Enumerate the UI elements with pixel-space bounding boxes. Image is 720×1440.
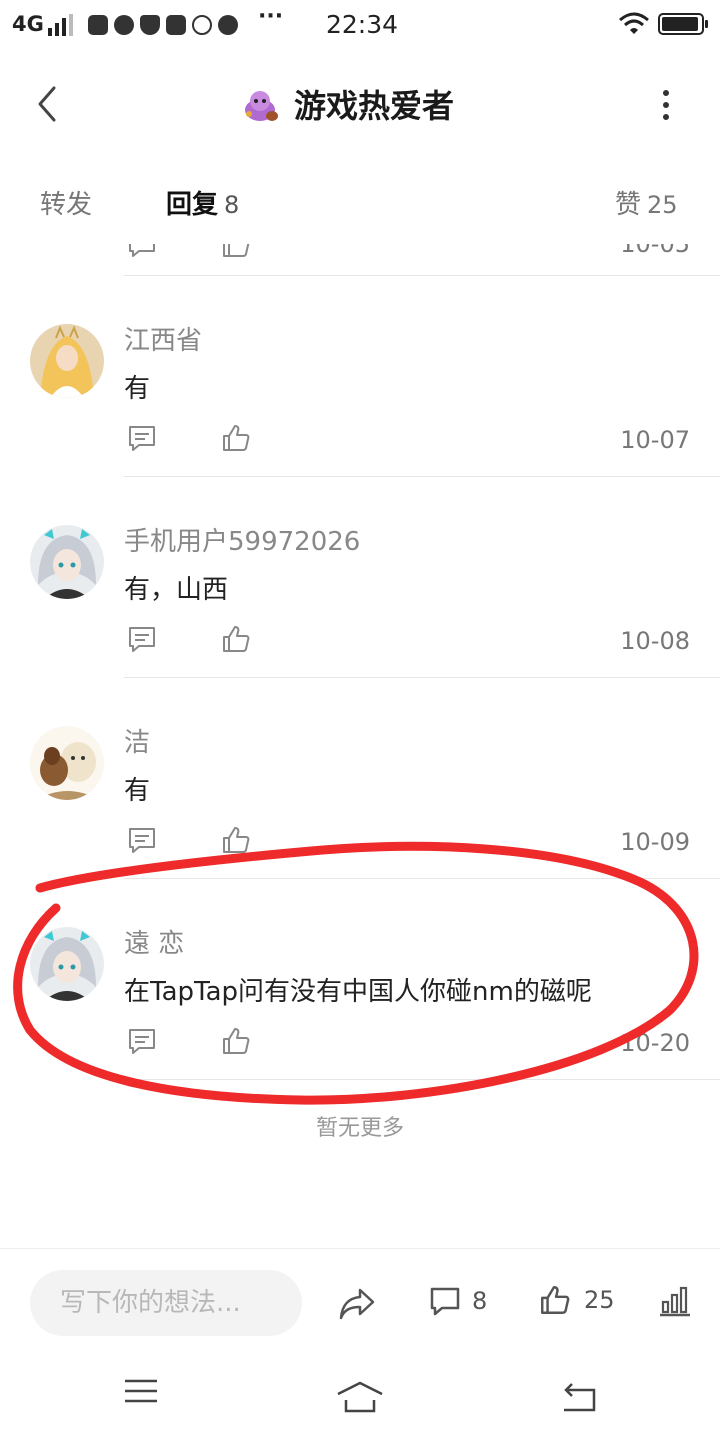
stats-icon[interactable] — [658, 1284, 692, 1318]
comment-text: 有 — [124, 776, 151, 806]
comment-username[interactable]: 洁 — [124, 722, 150, 759]
tab-repost-label: 转发 — [40, 190, 93, 220]
mail-notification-icon — [166, 15, 186, 35]
tab-likes-count: 25 — [647, 191, 678, 219]
browser-notification-icon — [114, 15, 134, 35]
user-avatar[interactable] — [30, 726, 104, 800]
like-icon[interactable] — [220, 422, 252, 454]
back-nav-icon[interactable] — [560, 1380, 598, 1414]
notification-icons — [88, 12, 244, 37]
back-arrow-icon[interactable] — [30, 84, 70, 124]
reply-icon[interactable] — [126, 244, 158, 260]
home-icon[interactable] — [334, 1380, 386, 1414]
share-icon[interactable] — [338, 1286, 376, 1322]
tab-reply[interactable]: 回复 8 — [166, 184, 239, 221]
comment-date: 10-07 — [620, 426, 690, 454]
menu-icon[interactable] — [122, 1376, 160, 1406]
more-notifications-icon: ··· — [258, 4, 284, 29]
network-type: 4G — [12, 12, 44, 36]
red-annotation-circle — [13, 841, 699, 1105]
comment-username[interactable]: 江西省 — [124, 320, 202, 357]
group-avatar-icon[interactable] — [240, 84, 280, 124]
status-bar: 4G ··· 22:34 — [0, 0, 720, 52]
more-options-icon[interactable] — [654, 86, 678, 126]
signal-icon — [48, 14, 73, 36]
like-count: 25 — [584, 1286, 615, 1314]
battery-icon — [658, 13, 708, 35]
comment-date: 10-05 — [620, 244, 690, 258]
comment-item: 江西省 有 10-07 — [0, 276, 720, 476]
clock-time: 22:34 — [326, 10, 399, 39]
reply-icon[interactable] — [126, 422, 158, 454]
wifi-icon — [619, 12, 649, 34]
app-notification-icon — [88, 15, 108, 35]
like-icon[interactable] — [220, 623, 252, 655]
reply-icon[interactable] — [126, 623, 158, 655]
like-icon[interactable] — [220, 244, 252, 260]
comment-date: 10-08 — [620, 627, 690, 655]
shield-icon — [140, 15, 160, 35]
bottom-divider — [0, 1248, 720, 1249]
comment-count: 8 — [472, 1287, 488, 1315]
thumbs-up-icon — [541, 1286, 570, 1314]
comment-input[interactable]: 写下你的想法... — [30, 1270, 302, 1336]
comment-count-button[interactable]: 8 — [428, 1284, 487, 1318]
no-more-label: 暂无更多 — [315, 1116, 404, 1141]
chat-notification-icon — [218, 15, 238, 35]
tab-reply-count: 8 — [224, 191, 240, 219]
page-title: 游戏热爱者 — [294, 87, 455, 125]
comment-icon — [430, 1287, 460, 1316]
comment-text: 有 — [124, 374, 151, 404]
tab-reply-label: 回复 — [166, 190, 219, 220]
comment-item: 手机用户59972026 有，山西 10-08 — [0, 477, 720, 677]
clock-icon — [192, 15, 212, 35]
tab-likes[interactable]: 赞 25 — [615, 184, 678, 221]
tab-likes-label: 赞 — [615, 190, 642, 220]
partial-comment-row: 10-05 — [0, 244, 720, 264]
tab-repost[interactable]: 转发 — [40, 184, 98, 221]
comment-username[interactable]: 手机用户59972026 — [124, 521, 360, 558]
like-count-button[interactable]: 25 — [538, 1282, 615, 1318]
page-header: 游戏热爱者 — [240, 80, 454, 128]
user-avatar[interactable] — [30, 324, 104, 398]
comment-text: 有，山西 — [124, 575, 229, 605]
user-avatar[interactable] — [30, 525, 104, 599]
